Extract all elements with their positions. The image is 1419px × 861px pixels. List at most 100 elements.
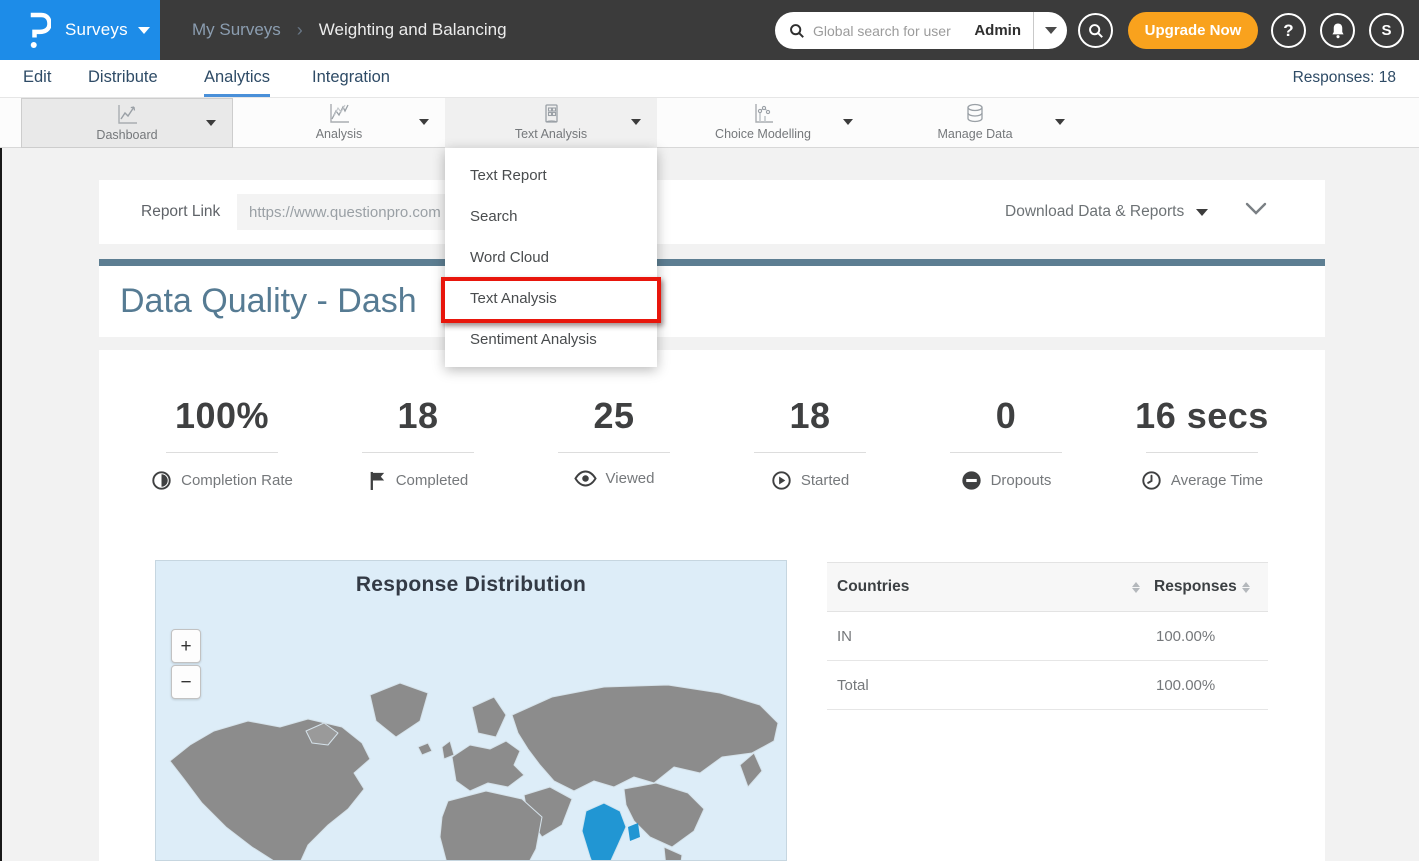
- stat-value: 18: [712, 395, 908, 437]
- toolbar-tab-choice-modelling[interactable]: Choice Modelling: [657, 98, 869, 148]
- chevron-down-icon: [206, 120, 216, 126]
- divider: [558, 452, 670, 453]
- report-link-card: Report Link Download Data & Reports: [99, 180, 1325, 244]
- chevron-down-icon: [631, 119, 641, 125]
- scandinavia-region: [472, 697, 506, 737]
- responses-count: Responses: 18: [1293, 60, 1396, 97]
- map-title: Response Distribution: [156, 573, 786, 597]
- nav-tab-integration[interactable]: Integration: [312, 60, 390, 97]
- stat-value: 100%: [124, 395, 320, 437]
- menu-item-word-cloud[interactable]: Word Cloud: [445, 237, 657, 278]
- countries-table: Countries Responses IN 100.00% Total 100…: [827, 562, 1268, 710]
- chevron-down-icon: [843, 119, 853, 125]
- product-caret-icon: [138, 27, 150, 34]
- clock-icon: [1141, 470, 1162, 491]
- breadcrumb-my-surveys[interactable]: My Surveys: [192, 20, 281, 40]
- toolbar-tab-manage-data[interactable]: Manage Data: [869, 98, 1081, 148]
- database-icon: [869, 103, 1081, 125]
- stat-value: 0: [908, 395, 1104, 437]
- page-title-card: Data Quality - Dash: [99, 266, 1325, 337]
- questionpro-analytics-dashboard: Surveys My Surveys › Weighting and Balan…: [0, 0, 1419, 861]
- stat-value: 16 secs: [1104, 395, 1300, 437]
- product-switcher[interactable]: Surveys: [0, 0, 160, 60]
- breadcrumb: My Surveys › Weighting and Balancing: [192, 0, 507, 60]
- column-header-countries[interactable]: Countries: [827, 578, 1132, 596]
- search-scope-label[interactable]: Admin: [970, 12, 1033, 49]
- stat-started: 18 Started: [712, 395, 908, 496]
- toolbar-tab-label: Choice Modelling: [657, 127, 869, 141]
- southeast-asia-region: [664, 847, 682, 861]
- world-map[interactable]: [156, 661, 786, 861]
- stat-label: Completion Rate: [181, 472, 293, 489]
- country-cell: Total: [827, 677, 1144, 694]
- north-america-region: [170, 719, 370, 861]
- menu-item-sentiment-analysis[interactable]: Sentiment Analysis: [445, 319, 657, 360]
- multi-line-chart-icon: [233, 103, 445, 125]
- asia-region: [512, 685, 778, 791]
- stat-label: Started: [801, 472, 849, 489]
- left-edge-strip: [0, 98, 2, 861]
- search-scope-dropdown[interactable]: [1033, 12, 1067, 49]
- nav-tab-edit[interactable]: Edit: [23, 60, 51, 97]
- sort-icon[interactable]: [1132, 582, 1140, 593]
- toolbar-tab-label: Text Analysis: [445, 127, 657, 141]
- iceland-region: [418, 743, 432, 755]
- notifications-button[interactable]: [1320, 13, 1355, 48]
- toolbar-tab-dashboard[interactable]: Dashboard: [21, 98, 233, 148]
- map-zoom-in-button[interactable]: +: [171, 629, 201, 663]
- stat-dropouts: 0 Dropouts: [908, 395, 1104, 496]
- upgrade-now-button[interactable]: Upgrade Now: [1128, 12, 1258, 49]
- toolbar-tab-analysis[interactable]: Analysis: [233, 98, 445, 148]
- nav-tab-analytics[interactable]: Analytics: [204, 60, 270, 97]
- half-circle-icon: [151, 470, 172, 491]
- product-label: Surveys: [65, 20, 128, 40]
- stat-viewed: 25 Viewed: [516, 395, 712, 496]
- europe-region: [452, 741, 524, 791]
- breadcrumb-separator-icon: ›: [297, 20, 303, 41]
- bell-icon: [1330, 22, 1346, 39]
- table-row: IN 100.00%: [827, 612, 1268, 661]
- menu-item-text-analysis[interactable]: Text Analysis: [445, 278, 657, 319]
- chevron-down-icon: [419, 119, 429, 125]
- stat-label: Viewed: [606, 470, 655, 487]
- global-search-input[interactable]: [813, 12, 970, 49]
- toolbar-tab-label: Analysis: [233, 127, 445, 141]
- menu-item-text-report[interactable]: Text Report: [445, 155, 657, 196]
- questionpro-logo-icon: [24, 11, 51, 49]
- toolbar-tab-text-analysis[interactable]: Text Analysis: [445, 98, 657, 148]
- nav-tab-distribute[interactable]: Distribute: [88, 60, 158, 97]
- dashboard-card: 100% Completion Rate 18 Completed: [99, 350, 1325, 861]
- response-distribution-map-panel: Response Distribution + −: [155, 560, 787, 861]
- survey-stats-row: 100% Completion Rate 18 Completed: [99, 395, 1325, 496]
- greenland-region: [370, 683, 428, 737]
- download-data-reports-dropdown[interactable]: Download Data & Reports: [1005, 180, 1208, 244]
- stat-average-time: 16 secs Average Time: [1104, 395, 1300, 496]
- table-row: Total 100.00%: [827, 661, 1268, 710]
- map-zoom-out-button[interactable]: −: [171, 665, 201, 699]
- analytics-toolbar: Dashboard Analysis Text Analysis Choice …: [0, 98, 1419, 148]
- stat-value: 25: [516, 395, 712, 437]
- flag-icon: [368, 470, 387, 491]
- stat-completion-rate: 100% Completion Rate: [124, 395, 320, 496]
- top-header: Surveys My Surveys › Weighting and Balan…: [0, 0, 1419, 60]
- minus-circle-icon: [961, 470, 982, 491]
- user-avatar[interactable]: S: [1369, 13, 1404, 48]
- report-link-label: Report Link: [141, 180, 220, 244]
- divider: [166, 452, 278, 453]
- toolbar-tab-label: Dashboard: [22, 128, 232, 142]
- divider: [1146, 452, 1258, 453]
- help-button[interactable]: ?: [1271, 13, 1306, 48]
- menu-item-search[interactable]: Search: [445, 196, 657, 237]
- page-title: Data Quality - Dash: [120, 266, 417, 337]
- sort-icon[interactable]: [1242, 582, 1250, 593]
- india-region-highlighted[interactable]: [582, 803, 626, 861]
- chevron-down-icon: [1196, 209, 1208, 216]
- column-header-responses[interactable]: Responses: [1142, 578, 1242, 596]
- header-search-button[interactable]: [1078, 13, 1113, 48]
- text-analysis-dropdown-menu: Text Report Search Word Cloud Text Analy…: [445, 148, 657, 367]
- collapse-section-chevron[interactable]: [1245, 202, 1267, 216]
- divider: [950, 452, 1062, 453]
- divider: [754, 452, 866, 453]
- india-northeast-highlighted: [628, 823, 640, 841]
- stat-label: Average Time: [1171, 472, 1263, 489]
